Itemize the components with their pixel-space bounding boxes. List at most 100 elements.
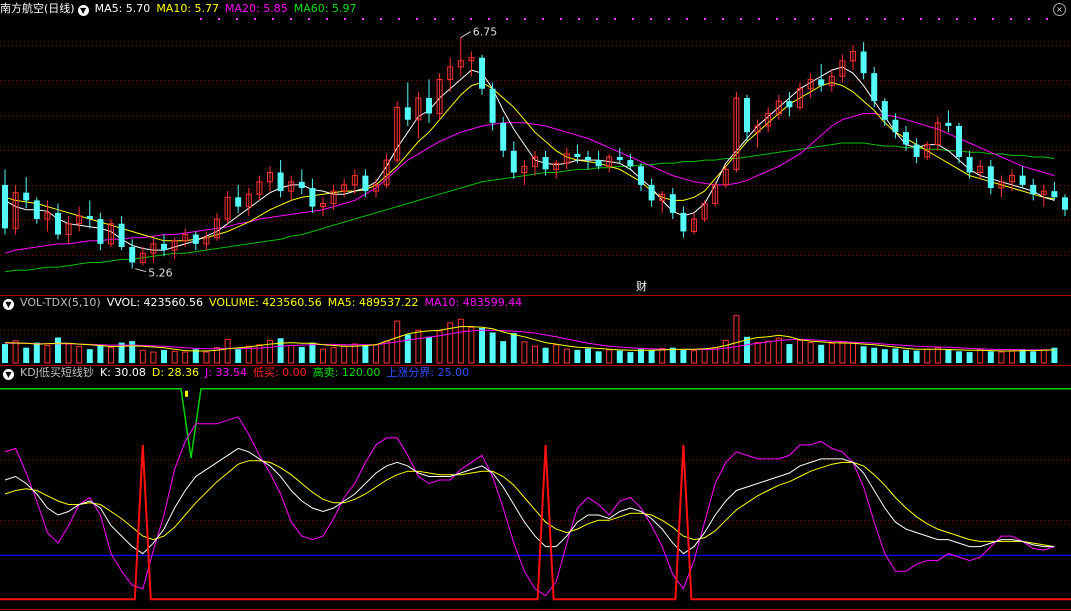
- volume-bar: [828, 342, 835, 364]
- stock-title: 南方航空(日线): [0, 2, 75, 15]
- volume-bar: [871, 347, 878, 363]
- volume-bar: [680, 349, 687, 363]
- marker-dot: [326, 18, 328, 20]
- close-icon[interactable]: ×: [1053, 3, 1066, 16]
- volume-bar: [638, 349, 644, 363]
- candle-body: [86, 215, 93, 220]
- marker-dot: [794, 18, 796, 20]
- candle-body: [23, 192, 30, 201]
- volume-bar: [426, 336, 432, 363]
- high-sell-value: 高卖: 120.00: [312, 366, 381, 379]
- volume-value: VOLUME: 423560.56: [209, 296, 322, 309]
- candle-body: [638, 166, 644, 185]
- marker-dot: [686, 18, 688, 20]
- candle-body: [786, 101, 793, 108]
- vol-dropdown-icon[interactable]: ▼: [3, 299, 14, 310]
- marker-dot: [254, 18, 256, 20]
- candle-body: [309, 188, 316, 207]
- volume-bar: [553, 344, 560, 364]
- marker-dot: [884, 18, 886, 20]
- candle-body: [669, 194, 676, 213]
- kdj-dropdown-icon[interactable]: ▼: [3, 369, 14, 380]
- volume-bar: [839, 341, 846, 364]
- marker-dot: [200, 18, 202, 20]
- low-buy-value: 低买: 0.00: [252, 366, 307, 379]
- volume-bar: [956, 351, 962, 363]
- volume-bar: [362, 345, 369, 363]
- candle-body: [595, 160, 602, 167]
- candle-body: [585, 156, 591, 161]
- volume-bar: [722, 339, 729, 364]
- marker-dot: [1010, 18, 1012, 20]
- volume-bar: [606, 349, 613, 364]
- ma60-line: [4, 142, 1055, 273]
- ma10-value: MA10: 5.77: [156, 2, 220, 15]
- marker-dot: [290, 18, 292, 20]
- candle-body: [298, 181, 305, 189]
- vvol-value: VVOL: 423560.56: [106, 296, 204, 309]
- volume-bar: [616, 350, 623, 363]
- marker-dot: [542, 18, 544, 20]
- candle-body: [945, 122, 952, 126]
- volume-bar: [341, 345, 348, 364]
- kdj-indicator-name: KDJ低买短线钞: [20, 366, 94, 379]
- high-sell-marker: [185, 390, 188, 397]
- volume-bar: [320, 348, 326, 364]
- volume-bar: [934, 347, 941, 364]
- marker-dot: [236, 18, 238, 20]
- dropdown-icon[interactable]: ▼: [77, 5, 89, 16]
- candle-body: [648, 184, 655, 201]
- volume-bar: [987, 351, 994, 363]
- volume-bar: [659, 347, 666, 364]
- volume-bar: [1040, 349, 1047, 364]
- volume-bar: [108, 347, 114, 364]
- marker-dot: [506, 18, 508, 20]
- volume-bar: [235, 349, 242, 363]
- volume-bar: [224, 338, 231, 364]
- volume-bar: [161, 349, 167, 363]
- volume-bar: [150, 351, 157, 364]
- marker-dot: [974, 18, 976, 20]
- volume-bar: [733, 315, 740, 364]
- marker-dot: [578, 18, 580, 20]
- marker-dot: [920, 18, 922, 20]
- volume-bar: [76, 346, 83, 364]
- volume-bar: [383, 340, 390, 364]
- vol-ma10-value: MA10: 483599.44: [424, 296, 523, 309]
- volume-bar: [754, 342, 761, 364]
- volume-bar: [97, 345, 104, 363]
- upper-line-value: 上涨分界: 25.00: [386, 366, 470, 379]
- marker-dot: [416, 18, 418, 20]
- marker-dot: [668, 18, 670, 20]
- volume-bar: [203, 351, 210, 364]
- candle-body: [616, 156, 623, 161]
- volume-bar: [500, 341, 507, 363]
- volume-bar: [479, 328, 485, 363]
- kdj-d-line: [4, 460, 1055, 548]
- volume-bar: [298, 346, 305, 363]
- candle-body: [489, 88, 496, 123]
- volume-bar: [860, 346, 867, 363]
- volume-bar: [913, 350, 920, 363]
- marker-dot: [488, 18, 490, 20]
- volume-bar: [775, 337, 782, 364]
- marker-dot: [848, 18, 850, 20]
- marker-dot: [434, 18, 436, 20]
- volume-bar: [171, 350, 178, 364]
- j-value: J: 33.54: [205, 366, 247, 379]
- candle-body: [118, 223, 125, 247]
- marker-dot: [1046, 18, 1048, 20]
- volume-bar: [415, 329, 422, 364]
- candle-body: [871, 73, 878, 102]
- volume-bar: [129, 341, 136, 363]
- vol-indicator-name: VOL-TDX(5,10): [20, 296, 101, 309]
- marker-dot: [362, 18, 364, 20]
- candle-body: [2, 184, 8, 229]
- high-sell-line: [0, 388, 1071, 459]
- low-buy-line: [0, 444, 1071, 601]
- candle-body: [55, 212, 61, 235]
- marker-dot: [398, 18, 400, 20]
- high-price-label: 6.75: [473, 26, 498, 39]
- volume-bar: [648, 349, 655, 363]
- marker-dot: [272, 18, 274, 20]
